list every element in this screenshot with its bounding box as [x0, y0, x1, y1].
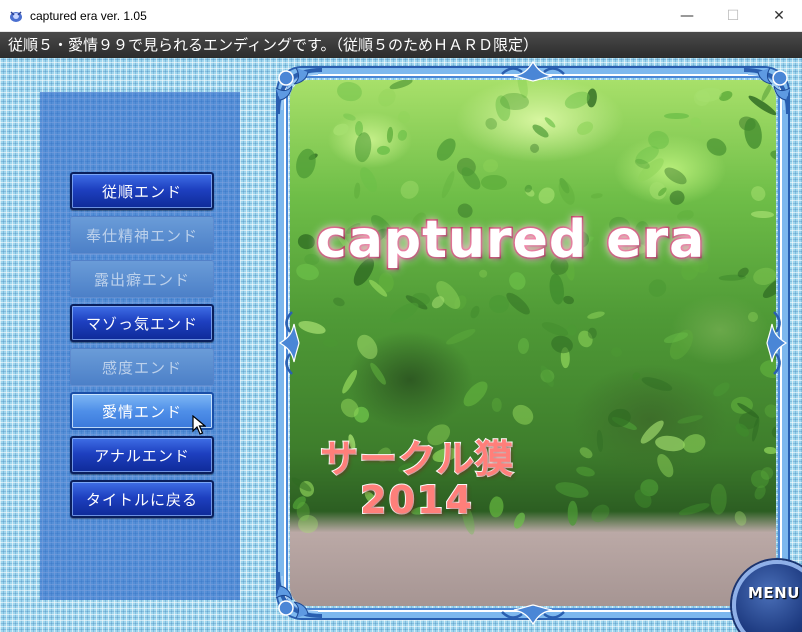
close-button[interactable]: ✕	[756, 0, 802, 32]
window-titlebar: captured era ver. 1.05 — ☐ ✕	[0, 0, 802, 32]
window-title: captured era ver. 1.05	[30, 8, 147, 23]
copyright-year-text: 2014	[359, 477, 474, 523]
menu-item-masochism-end[interactable]: マゾっ気エンド	[70, 304, 214, 342]
menu-item-service-end[interactable]: 奉仕精神エンド	[70, 216, 214, 254]
game-canvas: 従順５・愛情９９で見られるエンディングです。（従順５のためＨＡＲＤ限定） 従順エ…	[0, 32, 802, 632]
menu-item-anal-end[interactable]: アナルエンド	[70, 436, 214, 474]
frame-fleur-ornament-icon	[501, 60, 565, 82]
frame-fleur-ornament-icon	[501, 604, 565, 626]
frame-fleur-ornament-icon	[766, 311, 788, 375]
maximize-button[interactable]: ☐	[710, 0, 756, 32]
frame-corner-ornament-icon	[275, 571, 323, 619]
app-icon	[10, 10, 22, 22]
frame-corner-ornament-icon	[743, 67, 791, 115]
frame-fleur-ornament-icon	[278, 311, 300, 375]
circle-name-text: サークル獏	[319, 436, 514, 482]
game-title-logo: captured era	[315, 209, 706, 272]
ornate-frame-border	[278, 68, 788, 618]
title-art-frame: captured era サークル獏 2014	[275, 60, 791, 626]
menu-item-sensitivity-end[interactable]: 感度エンド	[70, 348, 214, 386]
ending-menu-panel: 従順エンド 奉仕精神エンド 露出癖エンド マゾっ気エンド 感度エンド 愛情エンド…	[40, 92, 240, 600]
menu-item-obedience-end[interactable]: 従順エンド	[70, 172, 214, 210]
menu-item-exhibition-end[interactable]: 露出癖エンド	[70, 260, 214, 298]
corner-menu-label: MENU	[748, 584, 800, 602]
menu-item-return-to-title[interactable]: タイトルに戻る	[70, 480, 214, 518]
message-bar: 従順５・愛情９９で見られるエンディングです。（従順５のためＨＡＲＤ限定）	[0, 32, 802, 58]
frame-corner-ornament-icon	[275, 67, 323, 115]
arrow-cursor-icon	[192, 415, 206, 435]
minimize-button[interactable]: —	[664, 0, 710, 32]
